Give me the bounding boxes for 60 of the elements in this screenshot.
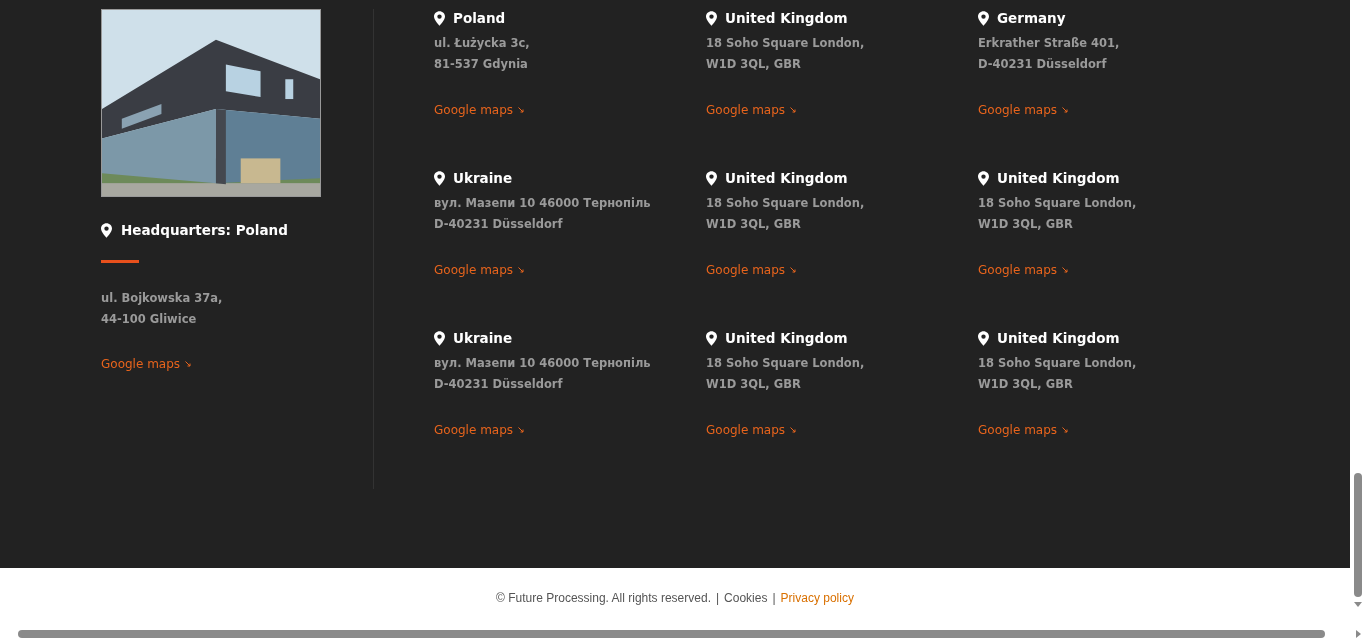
separator: | [716,590,720,605]
location-pin-icon [706,330,717,346]
google-maps-link[interactable]: Google maps [101,357,192,371]
google-maps-link[interactable]: Google maps [434,263,525,277]
office-address: 18 Soho Square London, W1D 3QL, GBR [978,355,1138,393]
google-maps-link[interactable]: Google maps [978,263,1069,277]
accent-rule [101,260,139,263]
office-address: 18 Soho Square London, W1D 3QL, GBR [706,355,866,393]
location-pin-icon [978,10,989,26]
location-pin-icon [434,330,445,346]
location-pin-icon [101,222,112,238]
scroll-down-icon[interactable] [1354,602,1362,607]
location-pin-icon [706,10,717,26]
scroll-right-icon[interactable] [1355,630,1361,638]
office-title: United Kingdom [725,330,848,346]
location-pin-icon [978,330,989,346]
arrow-icon [518,107,525,113]
office-title: Poland [453,10,506,26]
scrollbar-thumb[interactable] [1354,473,1362,597]
google-maps-link[interactable]: Google maps [706,263,797,277]
arrow-icon [185,361,192,367]
office-title: Ukraine [453,330,513,346]
location-pin-icon [978,170,989,186]
office-title: Germany [997,10,1066,26]
arrow-icon [790,427,797,433]
copyright-text: © Future Processing. All rights reserved. [496,590,711,605]
scrollbar-thumb[interactable] [18,630,1325,638]
office-address: 18 Soho Square London, W1D 3QL, GBR [706,195,866,233]
office-address: вул. Мазепи 10 46000 Тернопіль D-40231 Düsseldorf [434,355,652,393]
footer-link[interactable]: Cookies [724,590,768,605]
arrow-icon [790,107,797,113]
location-pin-icon [434,170,445,186]
office-address: 18 Soho Square London, W1D 3QL, GBR [978,195,1138,233]
office-address: 18 Soho Square London, W1D 3QL, GBR [706,35,866,73]
location-pin-icon [434,10,445,26]
separator: | [772,590,776,605]
office-address: ul. Bojkowska 37a, 44-100 Gliwice [101,290,224,328]
office-title: Ukraine [453,170,513,186]
google-maps-link[interactable]: Google maps [706,103,797,117]
office-title: United Kingdom [997,170,1120,186]
google-maps-link[interactable]: Google maps [434,103,525,117]
arrow-icon [790,267,797,273]
location-pin-icon [706,170,717,186]
google-maps-link[interactable]: Google maps [434,423,525,437]
office-address: вул. Мазепи 10 46000 Тернопіль D-40231 Düsseldorf [434,195,652,233]
arrow-icon [1062,267,1069,273]
arrow-icon [518,427,525,433]
google-maps-link[interactable]: Google maps [978,103,1069,117]
office-address: Erkrather Straße 401, D-40231 Düsseldorf [978,35,1121,73]
office-address: ul. Łużycka 3c, 81-537 Gdynia [434,35,531,73]
office-title: United Kingdom [725,10,848,26]
google-maps-link[interactable]: Google maps [978,423,1069,437]
arrow-icon [1062,107,1069,113]
office-title: Headquarters: Poland [121,222,288,238]
office-title: United Kingdom [997,330,1120,346]
google-maps-link[interactable]: Google maps [706,423,797,437]
arrow-icon [1062,427,1069,433]
arrow-icon [518,267,525,273]
office-title: United Kingdom [725,170,848,186]
footer-link[interactable]: Privacy policy [780,590,854,605]
